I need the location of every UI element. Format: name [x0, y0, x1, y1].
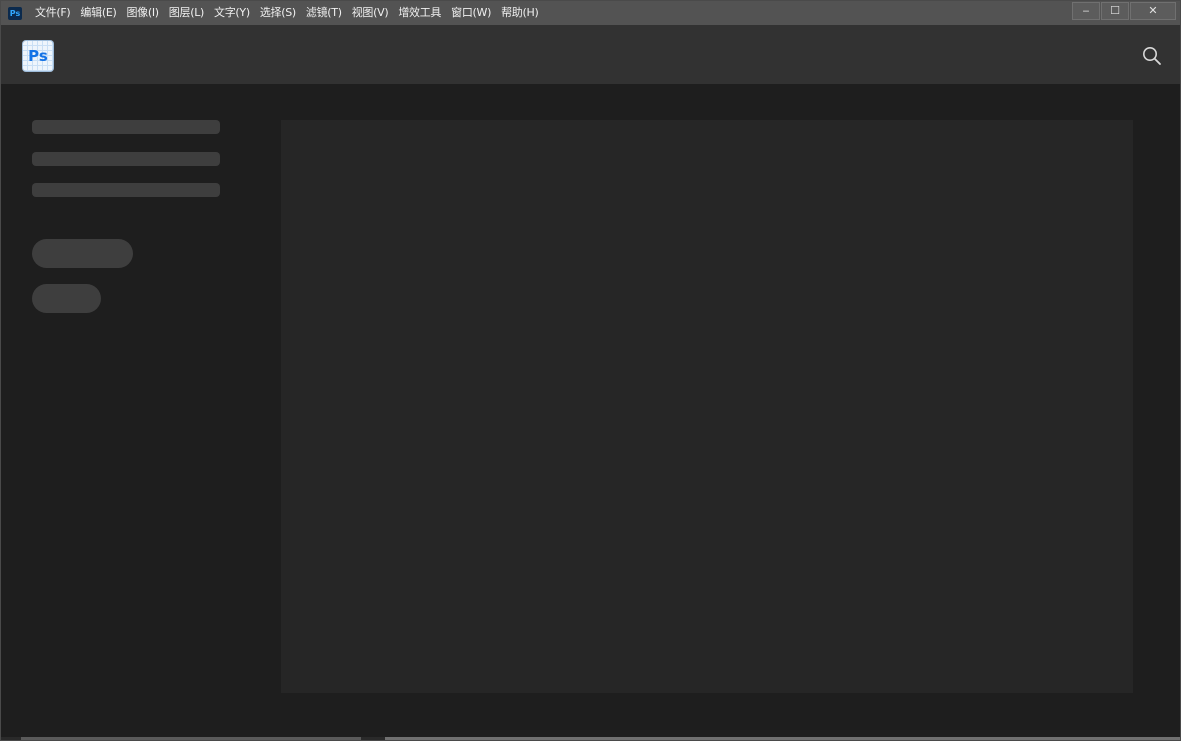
- menu-image[interactable]: 图像(I): [121, 1, 163, 25]
- photoshop-window: Ps 文件(F) 编辑(E) 图像(I) 图层(L) 文字(Y) 选择(S) 滤…: [0, 0, 1181, 741]
- sidebar-skeleton-line: [32, 152, 220, 166]
- bottom-edge: [1, 737, 1180, 740]
- menu-type[interactable]: 文字(Y): [209, 1, 255, 25]
- menu-view[interactable]: 视图(V): [347, 1, 394, 25]
- sidebar-skeleton-line: [32, 120, 220, 134]
- menu-help[interactable]: 帮助(H): [496, 1, 543, 25]
- photoshop-app-icon[interactable]: Ps: [8, 6, 22, 20]
- search-icon[interactable]: [1142, 46, 1162, 66]
- taskbar-segment: [385, 737, 1180, 740]
- button-skeleton: [32, 284, 101, 313]
- menu-select[interactable]: 选择(S): [255, 1, 301, 25]
- maximize-button[interactable]: ☐: [1101, 2, 1129, 20]
- menu-edit[interactable]: 编辑(E): [75, 1, 121, 25]
- window-controls: ‒ ☐ ✕: [1071, 2, 1176, 20]
- close-button[interactable]: ✕: [1130, 2, 1176, 20]
- menu-layer[interactable]: 图层(L): [164, 1, 209, 25]
- menu-plugins[interactable]: 增效工具: [393, 1, 446, 25]
- button-skeleton: [32, 239, 133, 268]
- home-header: Ps: [1, 25, 1180, 84]
- sidebar-skeleton-line: [32, 183, 220, 197]
- menu-file[interactable]: 文件(F): [30, 1, 75, 25]
- photoshop-logo[interactable]: Ps: [22, 40, 54, 72]
- taskbar-segment: [21, 737, 361, 740]
- minimize-button[interactable]: ‒: [1072, 2, 1100, 20]
- menu-bar: Ps 文件(F) 编辑(E) 图像(I) 图层(L) 文字(Y) 选择(S) 滤…: [1, 1, 1180, 25]
- main-content-skeleton: [281, 120, 1133, 693]
- menu-window[interactable]: 窗口(W): [446, 1, 496, 25]
- menu-filter[interactable]: 滤镜(T): [301, 1, 347, 25]
